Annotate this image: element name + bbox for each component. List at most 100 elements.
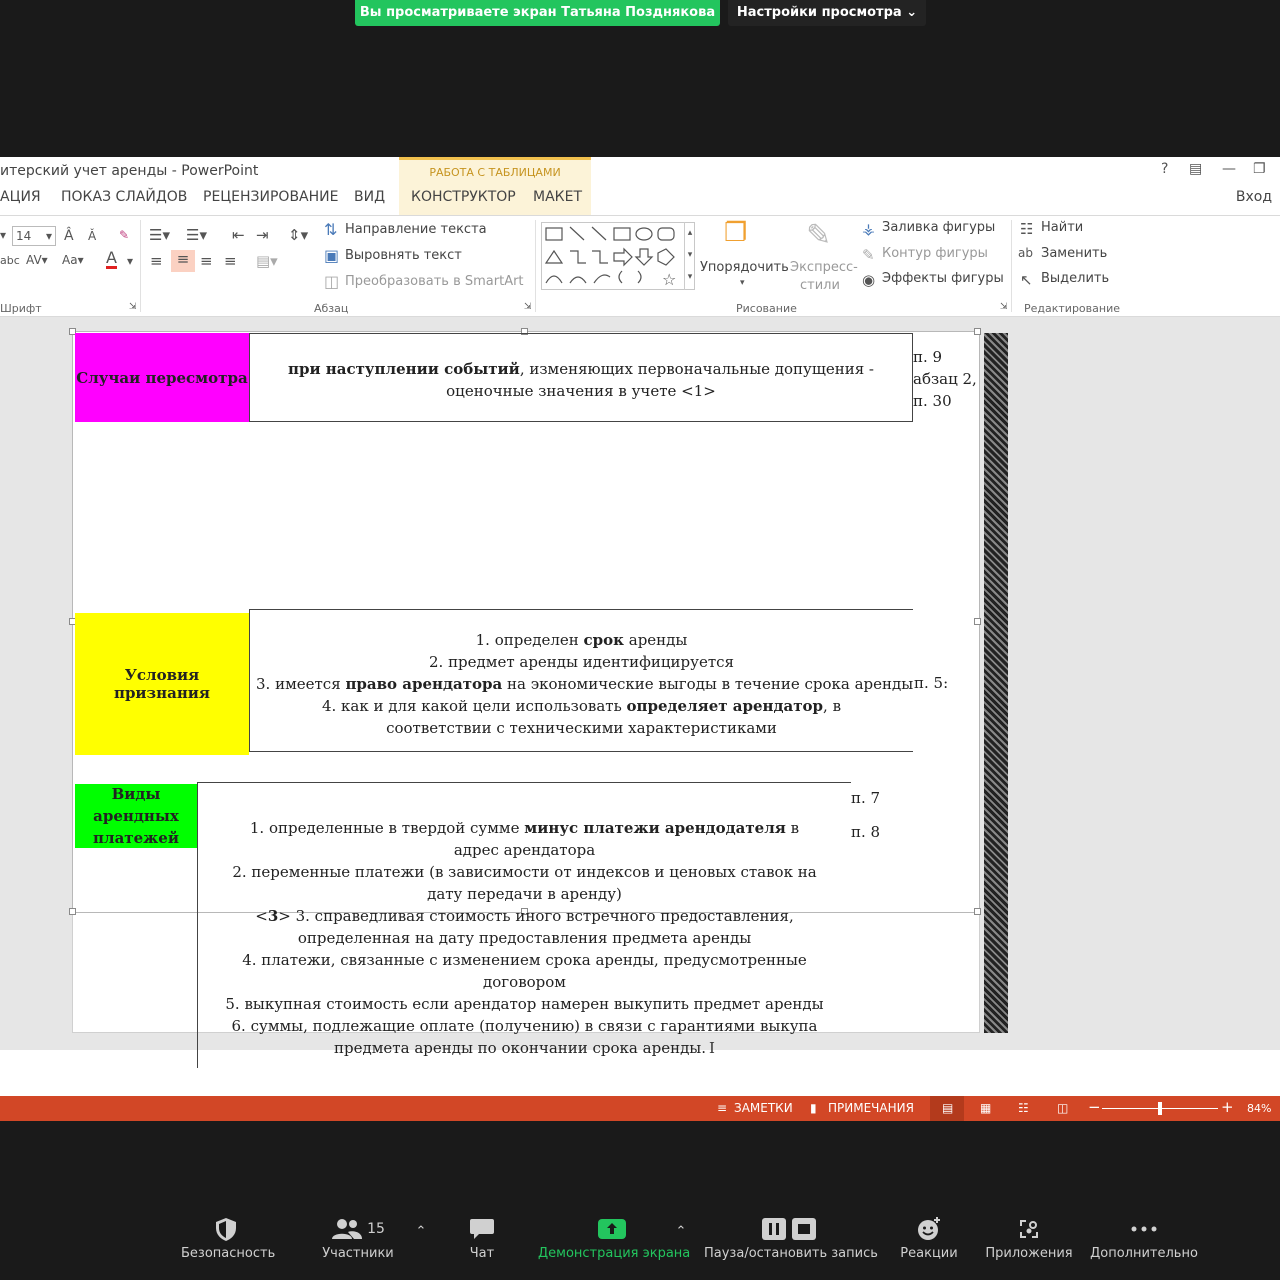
tab-view[interactable]: ВИД xyxy=(354,189,385,205)
tab-design[interactable]: КОНСТРУКТОР xyxy=(411,189,516,205)
row1-label-cell[interactable]: Случаи пересмотра xyxy=(75,333,249,422)
grow-font-icon[interactable]: Â xyxy=(64,228,74,244)
security-button[interactable]: Безопасность xyxy=(181,1212,276,1261)
row3-body-cell[interactable]: 1. определенные в твердой сумме минус пл… xyxy=(197,782,851,1068)
view-options-label: Настройки просмотра xyxy=(736,5,902,20)
shape-outline-button[interactable]: Контур фигуры xyxy=(882,246,988,261)
zoom-out-icon[interactable]: − xyxy=(1088,1098,1101,1116)
title-bar: итерский учет аренды - PowerPoint РАБОТА… xyxy=(0,157,1280,215)
resize-handle[interactable] xyxy=(974,908,981,915)
chat-button[interactable]: Чат xyxy=(462,1212,502,1261)
table-tools-context: РАБОТА С ТАБЛИЦАМИ xyxy=(399,157,591,215)
row3-line: <3> 3. справедливая стоимость иного встр… xyxy=(255,907,794,947)
tab-layout[interactable]: МАКЕТ xyxy=(533,189,582,205)
row2-body-cell[interactable]: 1. определен срок аренды 2. предмет арен… xyxy=(249,609,913,752)
zoom-in-icon[interactable]: + xyxy=(1221,1098,1234,1116)
reactions-button[interactable]: Реакции xyxy=(898,1212,960,1261)
dialog-launcher-icon[interactable]: ⇲ xyxy=(129,302,137,312)
dialog-launcher-icon[interactable]: ⇲ xyxy=(1000,302,1008,312)
shape-fill-button[interactable]: Заливка фигуры xyxy=(882,220,995,235)
comments-button[interactable]: ПРИМЕЧАНИЯ xyxy=(828,1101,914,1115)
align-left-icon[interactable]: ≡ xyxy=(150,252,163,270)
chat-icon xyxy=(462,1212,502,1246)
arrange-button[interactable]: Упорядочить xyxy=(700,260,789,275)
resize-handle[interactable] xyxy=(974,328,981,335)
normal-view-icon[interactable]: ▤ xyxy=(942,1101,953,1115)
align-right-icon[interactable]: ≡ xyxy=(200,252,213,270)
align-text-icon: ▣ xyxy=(324,246,340,265)
row3-label-cell[interactable]: Виды арендных платежей xyxy=(75,784,197,848)
reading-view-icon[interactable]: ☷ xyxy=(1018,1101,1029,1115)
quick-styles-button-line1[interactable]: Экспресс- xyxy=(790,260,858,275)
minimize-icon[interactable]: — xyxy=(1222,161,1236,177)
row1-ref-line: п. 30 xyxy=(913,392,952,410)
numbering-icon[interactable]: ☰▾ xyxy=(186,226,207,244)
justify-icon[interactable]: ≡ xyxy=(224,252,237,270)
chevron-down-icon[interactable]: ▾ xyxy=(127,254,133,268)
shape-effects-button[interactable]: Эффекты фигуры xyxy=(882,271,1004,286)
change-case-icon[interactable]: Aa▾ xyxy=(62,253,84,267)
strikethrough-icon[interactable]: abc xyxy=(0,254,20,267)
shrink-font-icon[interactable]: Ǎ xyxy=(88,229,96,243)
clear-format-icon[interactable]: ✎ xyxy=(119,228,129,242)
increase-indent-icon[interactable]: ⇥ xyxy=(256,226,269,244)
participants-button[interactable]: 15 Участники xyxy=(318,1212,398,1261)
help-icon[interactable]: ? xyxy=(1161,161,1168,177)
columns-icon[interactable]: ▤▾ xyxy=(256,252,278,270)
char-spacing-icon[interactable]: AV▾ xyxy=(26,253,48,267)
font-name-dropdown[interactable]: ▾ xyxy=(0,228,6,242)
restore-icon[interactable]: ❐ xyxy=(1253,161,1266,177)
sign-in-link[interactable]: Вход xyxy=(1236,189,1272,205)
zoom-level[interactable]: 84% xyxy=(1247,1102,1271,1115)
tab-review[interactable]: РЕЦЕНЗИРОВАНИЕ xyxy=(203,189,338,205)
share-screen-button[interactable]: Демонстрация экрана xyxy=(538,1212,690,1261)
apps-button[interactable]: Приложения xyxy=(984,1212,1074,1261)
row3-line: 1. определенные в твердой сумме минус пл… xyxy=(249,819,800,859)
font-size-field[interactable]: 14 ▾ xyxy=(12,226,56,246)
zoom-slider-thumb[interactable] xyxy=(1158,1102,1162,1115)
text-direction-icon: ⇅ xyxy=(324,220,338,239)
select-button[interactable]: Выделить xyxy=(1041,271,1109,286)
resize-handle[interactable] xyxy=(974,618,981,625)
chevron-up-icon[interactable]: ⌃ xyxy=(415,1224,427,1239)
pen-icon: ✎ xyxy=(862,246,875,264)
participants-icon: 15 xyxy=(318,1212,398,1246)
row2-line: 1. определен срок аренды xyxy=(475,631,688,649)
convert-smartart-button[interactable]: Преобразовать в SmartArt xyxy=(345,274,524,289)
slide-sorter-icon[interactable]: ▦ xyxy=(980,1101,991,1115)
resize-handle[interactable] xyxy=(69,908,76,915)
font-color-icon[interactable]: A xyxy=(106,250,117,269)
slideshow-icon[interactable]: ◫ xyxy=(1057,1101,1068,1115)
find-button[interactable]: Найти xyxy=(1041,220,1083,235)
divider xyxy=(1011,220,1012,312)
quick-styles-button-line2[interactable]: стили xyxy=(800,278,840,293)
bullets-icon[interactable]: ☰▾ xyxy=(149,226,170,244)
chevron-up-icon[interactable]: ⌃ xyxy=(675,1224,687,1239)
align-text-button[interactable]: Выровнять текст xyxy=(345,248,462,263)
ribbon-display-icon[interactable]: ▤ xyxy=(1189,161,1202,177)
security-label: Безопасность xyxy=(181,1246,276,1261)
more-button[interactable]: Дополнительно xyxy=(1090,1212,1198,1261)
slide-decoration xyxy=(984,333,1008,1033)
line-spacing-icon[interactable]: ⇕▾ xyxy=(288,226,308,244)
row2-line: 3. имеется право арендатора на экономиче… xyxy=(256,675,914,693)
row1-body-cell[interactable]: при наступлении событий, изменяющих перв… xyxy=(249,333,913,422)
zoom-slider[interactable] xyxy=(1102,1102,1218,1115)
tab-animation[interactable]: АЦИЯ xyxy=(0,189,41,205)
decrease-indent-icon[interactable]: ⇤ xyxy=(232,226,245,244)
view-options-button[interactable]: Настройки просмотра ⌄ xyxy=(728,0,926,26)
align-center-icon[interactable]: ≡ xyxy=(171,250,195,272)
reaction-smile-icon xyxy=(898,1212,960,1246)
replace-button[interactable]: Заменить xyxy=(1041,246,1107,261)
record-controls-button[interactable]: Пауза/остановить запись xyxy=(704,1212,878,1261)
shapes-gallery[interactable]: ☆ xyxy=(541,222,695,290)
row3-reference-2: п. 8 xyxy=(851,823,881,841)
dialog-launcher-icon[interactable]: ⇲ xyxy=(524,302,532,312)
gallery-scroll[interactable]: ▴ ▾ ▾ xyxy=(684,222,695,290)
ribbon: ▾ 14 ▾ Â Ǎ ✎ abc AV▾ Aa▾ A ▾ Шрифт ⇲ ☰… xyxy=(0,215,1280,317)
row2-label-cell[interactable]: Условия признания xyxy=(75,613,249,755)
notes-button[interactable]: ЗАМЕТКИ xyxy=(734,1101,793,1115)
text-direction-button[interactable]: Направление текста xyxy=(345,222,487,237)
tab-slideshow[interactable]: ПОКАЗ СЛАЙДОВ xyxy=(61,189,187,205)
row3-line: 2. переменные платежи (в зависимости от … xyxy=(232,863,817,903)
